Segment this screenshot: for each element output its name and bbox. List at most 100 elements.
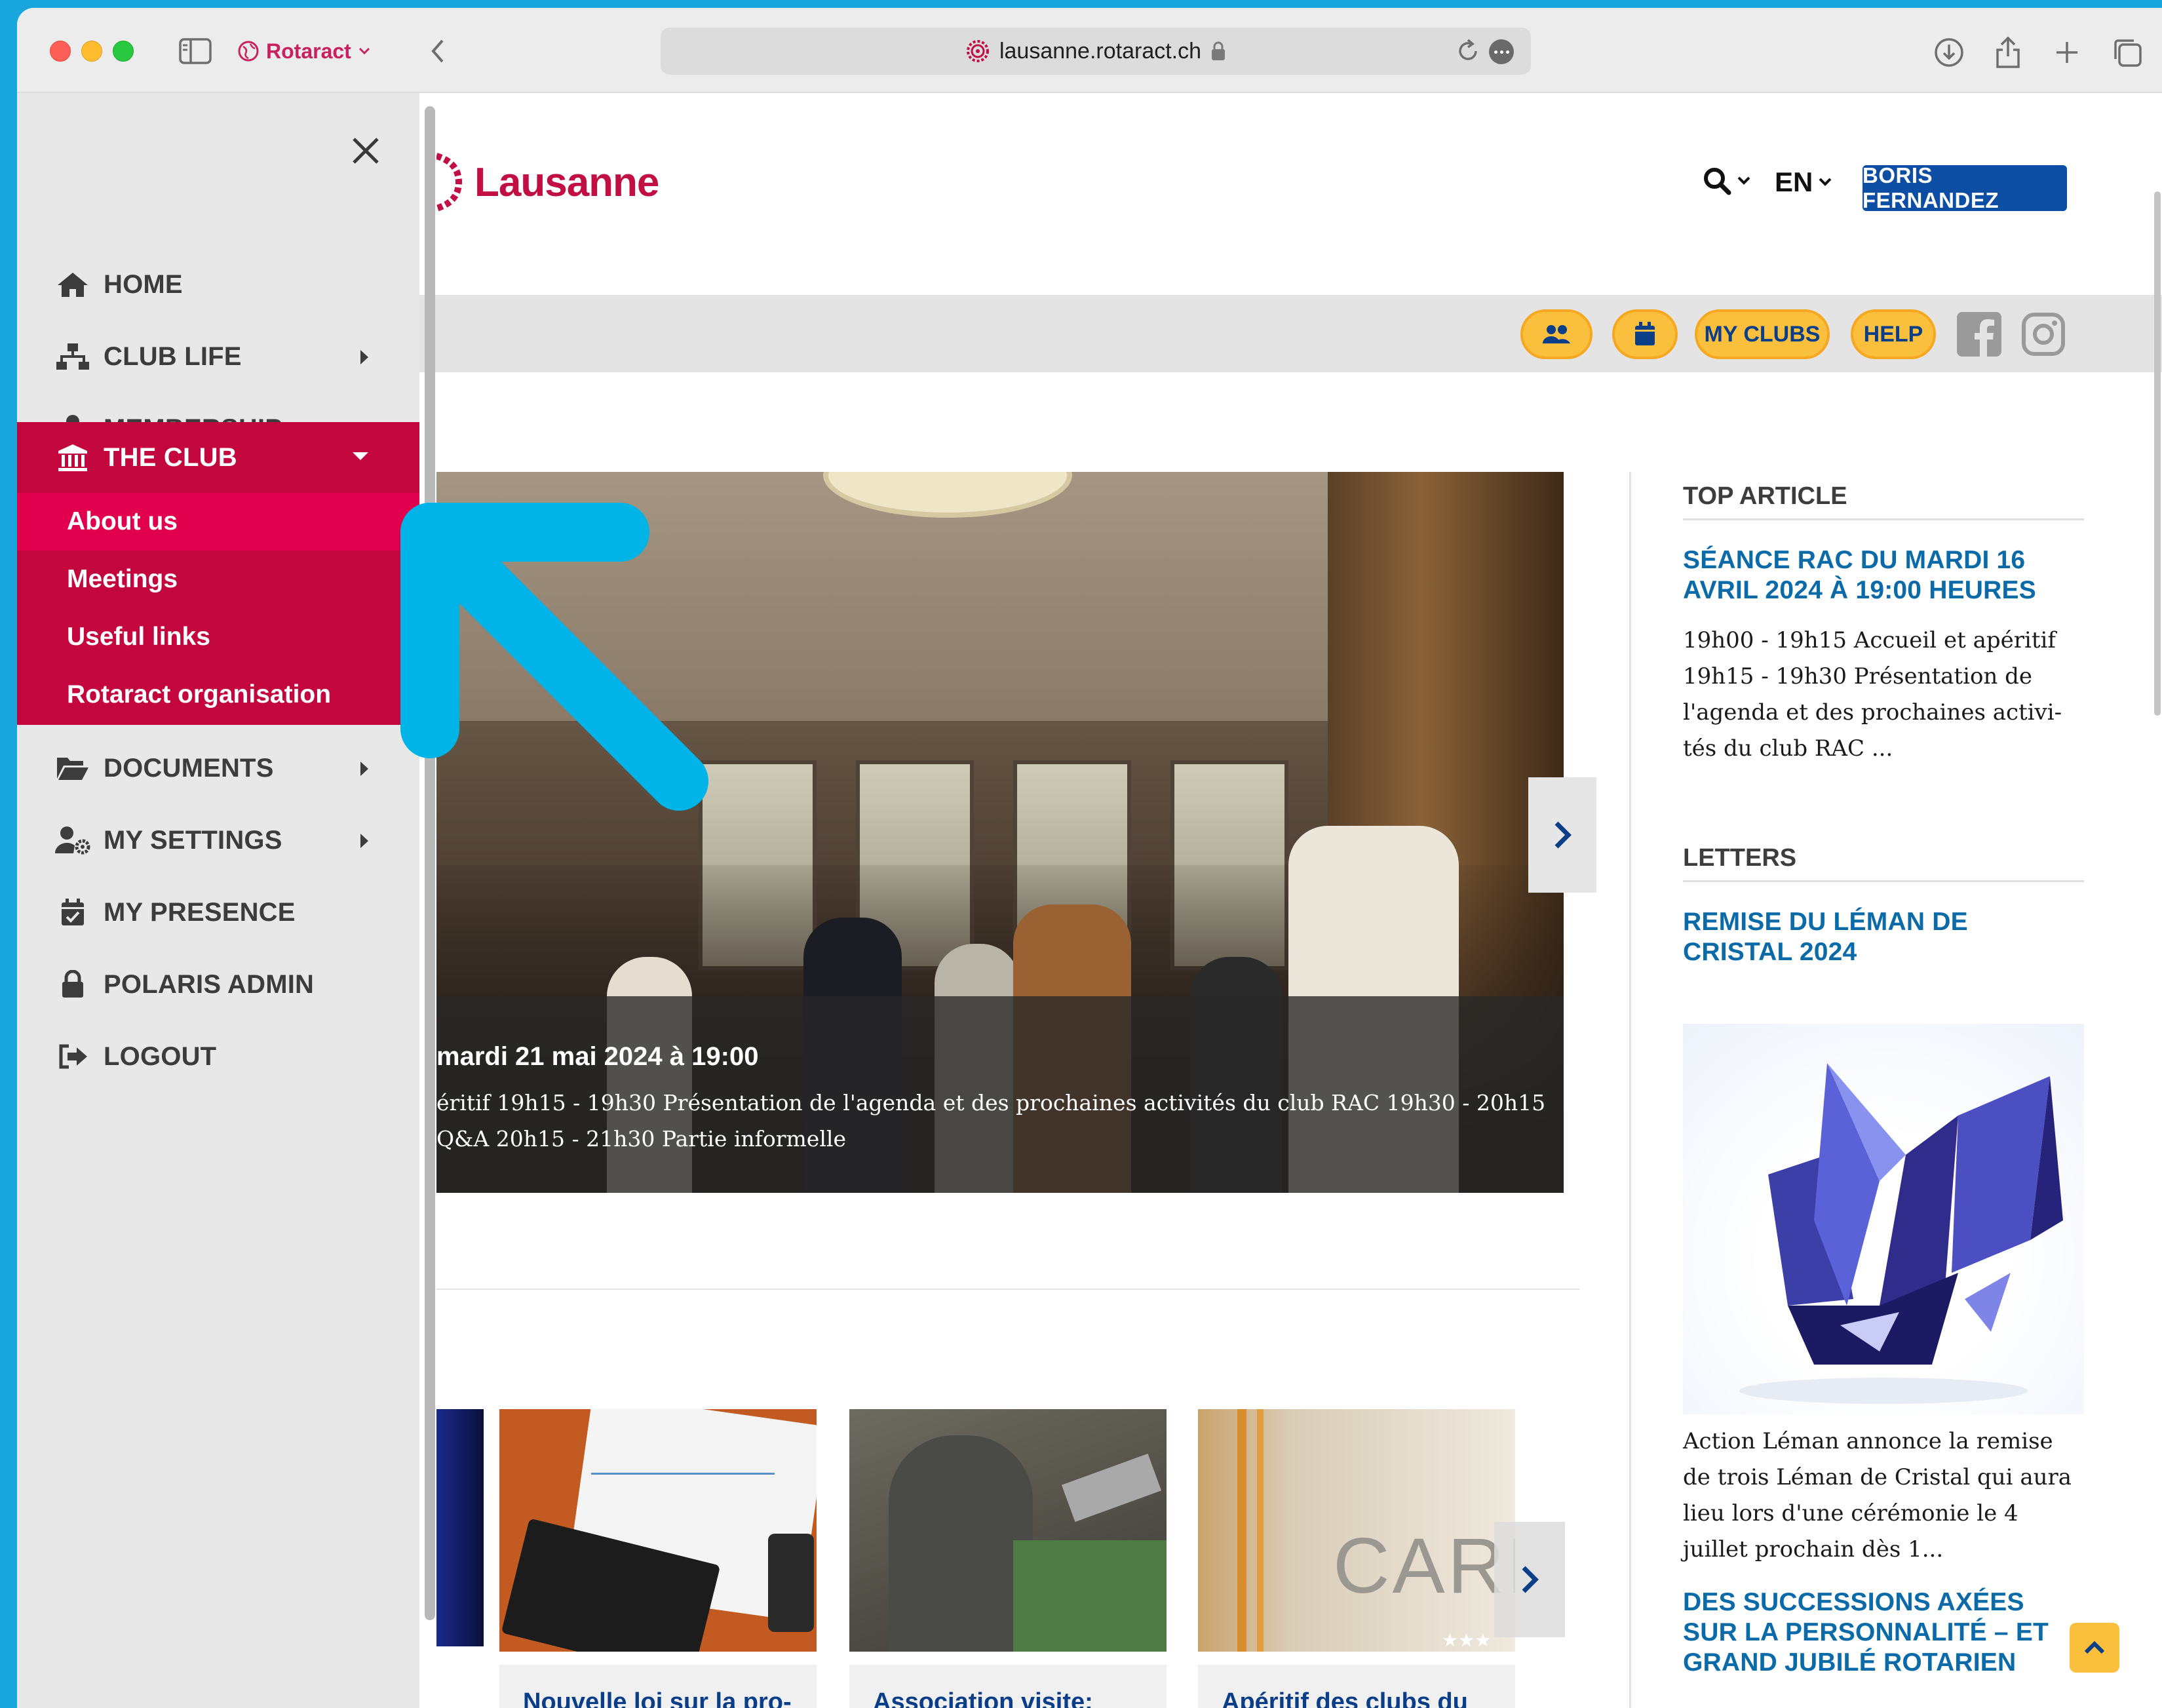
card-image[interactable] <box>499 1409 817 1652</box>
lock-icon <box>54 969 92 1000</box>
menu-item-my-settings[interactable]: MY SETTINGS <box>17 805 419 876</box>
cards-next-button[interactable] <box>1494 1522 1565 1637</box>
annotation-arrow-icon <box>400 503 708 811</box>
hero-text-line1: éritif 19h15 - 19h30 Présentation de l'a… <box>436 1090 1546 1116</box>
carousel-dots[interactable]: ★★★ <box>1442 1629 1491 1651</box>
help-button[interactable]: HELP <box>1851 309 1936 359</box>
folder-open-icon <box>54 753 92 783</box>
menu-item-label: MY SETTINGS <box>104 825 282 855</box>
profile-switcher[interactable]: Rotaract <box>237 34 371 68</box>
menu-item-label: LOGOUT <box>104 1041 217 1071</box>
menu-item-club-life[interactable]: CLUB LIFE <box>17 321 419 392</box>
card-image[interactable] <box>849 1409 1167 1652</box>
menu-scrollbar[interactable] <box>425 106 435 1620</box>
menu-item-polaris-admin[interactable]: POLARIS ADMIN <box>17 949 419 1020</box>
language-label: EN <box>1775 166 1813 197</box>
letters-article: Action Léman annonce la remise de trois … <box>1683 1424 2084 1678</box>
share-icon[interactable] <box>1990 34 2026 71</box>
crystal-image[interactable] <box>1683 1024 2084 1414</box>
card-image[interactable]: CARL ★★★ <box>1198 1409 1515 1652</box>
close-window-button[interactable] <box>50 41 71 62</box>
url-text: lausanne.rotaract.ch <box>999 38 1202 64</box>
language-selector[interactable]: EN <box>1775 166 1832 198</box>
card-title[interactable]: Apéritif des clubs du RMC Le Grand Lau- <box>1222 1687 1492 1708</box>
lock-icon <box>1212 41 1226 60</box>
hero-next-button[interactable] <box>1528 777 1596 893</box>
caret-right-icon <box>360 834 368 848</box>
sign-out-icon <box>54 1041 92 1072</box>
menu-item-label: HOME <box>104 269 183 299</box>
column-divider <box>1629 472 1631 1708</box>
submenu-item-useful-links[interactable]: Useful links <box>17 608 419 666</box>
downloads-icon[interactable] <box>1931 34 1967 71</box>
members-button[interactable] <box>1520 309 1593 359</box>
zoom-window-button[interactable] <box>113 41 134 62</box>
landmark-icon <box>54 442 92 473</box>
calendar-icon <box>1635 322 1655 345</box>
card-image-text: CARL <box>1333 1522 1515 1610</box>
more-options-icon[interactable] <box>1489 39 1514 64</box>
submenu-item-meetings[interactable]: Meetings <box>17 551 419 608</box>
side-navigation-menu: HOME CLUB LIFE MEMBERSHIP THE CLUB About… <box>17 93 419 1708</box>
chevron-down-icon <box>1819 178 1832 186</box>
card-image-partial[interactable] <box>436 1409 484 1646</box>
address-bar[interactable]: lausanne.rotaract.ch <box>661 28 1531 75</box>
user-account-button[interactable]: BORIS FERNANDEZ <box>1863 163 2067 212</box>
hero-caption: mardi 21 mai 2024 à 19:00 éritif 19h15 -… <box>436 996 1564 1193</box>
calendar-button[interactable] <box>1612 309 1678 359</box>
news-card[interactable]: Nouvelle loi sur la pro-tection des donn… <box>499 1409 817 1708</box>
caret-right-icon <box>360 762 368 776</box>
menu-item-home[interactable]: HOME <box>17 249 419 320</box>
menu-item-the-club[interactable]: THE CLUB <box>17 422 419 493</box>
top-article-title[interactable]: SÉANCE RAC DU MARDI 16 AVRIL 2024 À 19:0… <box>1683 545 2084 606</box>
tab-overview-icon[interactable] <box>2109 34 2146 71</box>
close-icon <box>353 138 379 164</box>
menu-item-logout[interactable]: LOGOUT <box>17 1021 419 1092</box>
chevron-down-icon <box>358 47 370 55</box>
letters-title[interactable]: REMISE DU LÉMAN DE CRISTAL 2024 <box>1683 907 2084 967</box>
submenu-item-about-us[interactable]: About us <box>17 493 419 551</box>
user-cog-icon <box>54 825 92 855</box>
sitemap-icon <box>54 341 92 372</box>
caret-right-icon <box>360 350 368 364</box>
hero-title[interactable]: mardi 21 mai 2024 à 19:00 <box>436 1042 1564 1072</box>
my-clubs-button[interactable]: MY CLUBS <box>1695 309 1830 359</box>
menu-item-my-presence[interactable]: MY PRESENCE <box>17 877 419 948</box>
new-tab-icon[interactable] <box>2049 34 2085 71</box>
news-card[interactable]: CARL ★★★ Apéritif des clubs du RMC Le Gr… <box>1198 1409 1515 1708</box>
browser-window: Rotaract lausanne.rotaract.ch Lausanne E… <box>17 8 2162 1708</box>
caret-down-icon <box>353 452 368 460</box>
instagram-icon[interactable] <box>2021 312 2066 357</box>
letters-heading: LETTERS <box>1683 844 2084 882</box>
reload-icon[interactable] <box>1455 38 1481 64</box>
submenu-item-rotaract-organisation[interactable]: Rotaract organisation <box>17 666 419 724</box>
the-club-submenu: About us Meetings Useful links Rotaract … <box>17 493 419 725</box>
search-toggle[interactable] <box>1703 166 1751 195</box>
facebook-icon[interactable] <box>1957 312 2001 357</box>
logo-text: Lausanne <box>474 159 659 205</box>
browser-toolbar: Rotaract lausanne.rotaract.ch <box>17 8 2162 93</box>
hero-text-line2: Q&A 20h15 - 21h30 Partie informelle <box>436 1126 846 1152</box>
letters-text: Action Léman annonce la remise de trois … <box>1683 1428 2072 1562</box>
site-logo[interactable]: Lausanne <box>436 149 659 215</box>
rotary-gear-icon <box>436 153 463 212</box>
card-title[interactable]: Association visite: trois fois plus de s… <box>873 1687 1143 1708</box>
chevron-left-icon <box>431 39 444 63</box>
rotary-wheel-icon <box>966 40 989 62</box>
letters-title-2[interactable]: DES SUCCESSIONS AXÉES SUR LA PERSONNALIT… <box>1683 1587 2084 1678</box>
chevron-down-icon <box>1737 176 1750 185</box>
chevron-up-icon <box>2084 1640 2105 1654</box>
back-button[interactable] <box>423 34 452 68</box>
menu-item-label: MY PRESENCE <box>104 897 296 927</box>
scroll-to-top-button[interactable] <box>2070 1623 2119 1673</box>
menu-item-label: DOCUMENTS <box>104 753 274 783</box>
card-title[interactable]: Nouvelle loi sur la pro-tection des donn… <box>523 1687 793 1708</box>
close-menu-button[interactable] <box>345 130 387 172</box>
minimize-window-button[interactable] <box>81 41 102 62</box>
menu-item-documents[interactable]: DOCUMENTS <box>17 733 419 804</box>
page-scrollbar[interactable] <box>2153 191 2162 781</box>
sidebar-toggle-icon[interactable] <box>177 34 214 68</box>
chevron-right-icon <box>1554 821 1572 849</box>
letters-section: LETTERS REMISE DU LÉMAN DE CRISTAL 2024 <box>1683 844 2084 967</box>
news-card[interactable]: Association visite: trois fois plus de s… <box>849 1409 1167 1708</box>
